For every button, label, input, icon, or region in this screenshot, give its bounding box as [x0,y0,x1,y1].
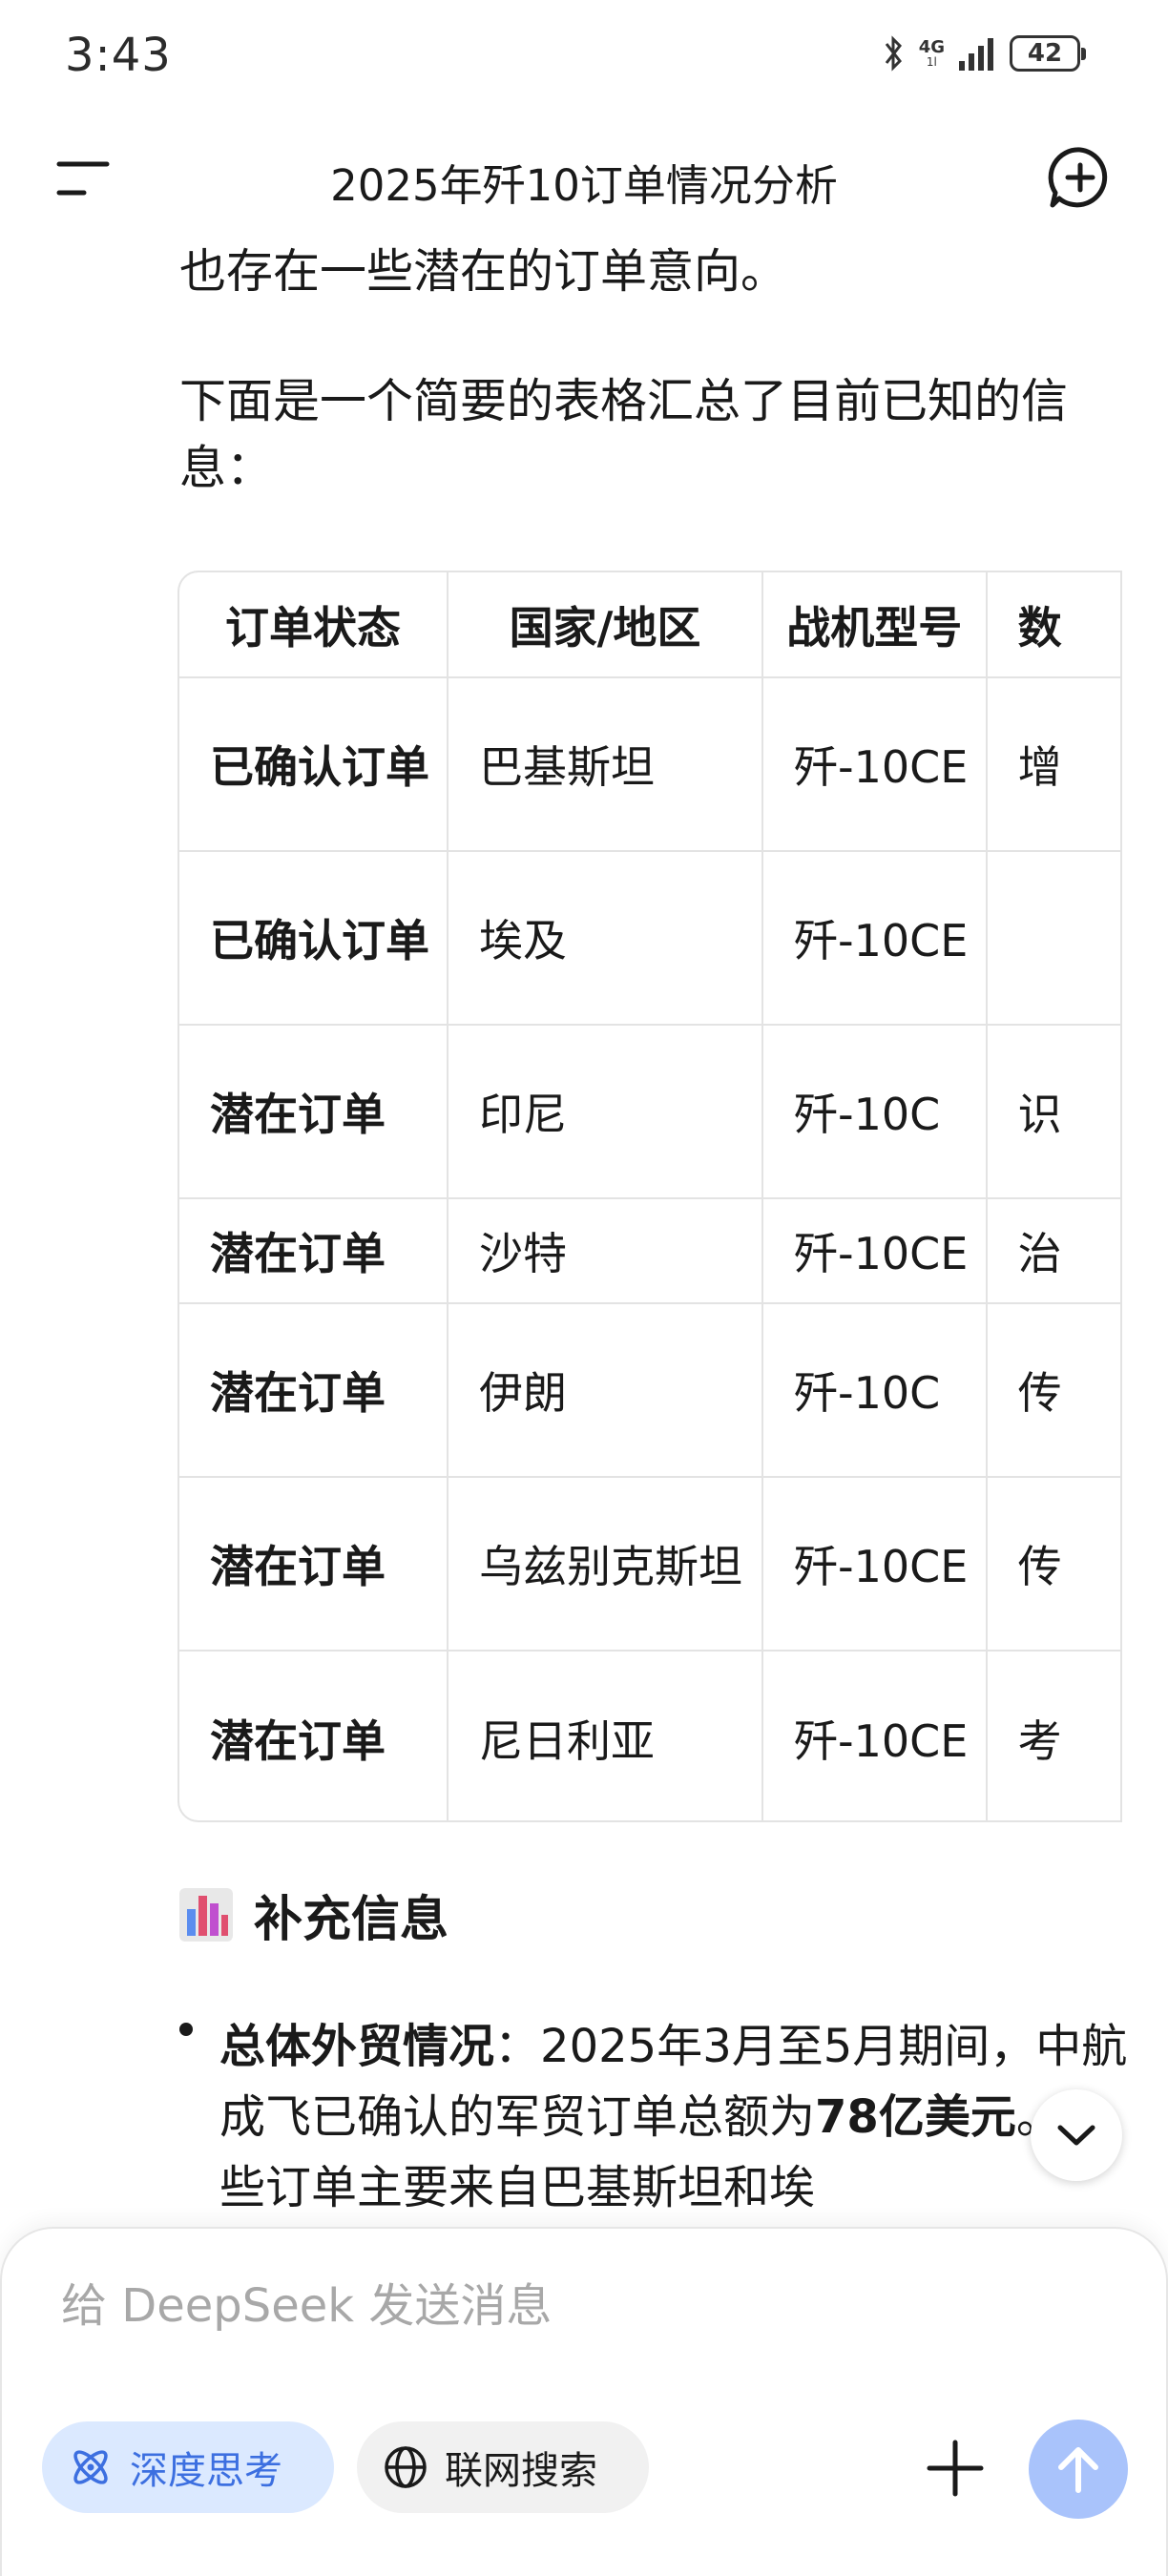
cell-quantity: 传 [985,1302,1122,1478]
section-title: 补充信息 [254,1892,449,1948]
message-input[interactable] [61,2273,1092,2339]
table-row: 已确认订单 巴基斯坦 歼-10CE 增 [179,676,1122,852]
cell-model: 歼-10C [761,1302,988,1478]
globe-icon [385,2446,427,2488]
cell-quantity: 识 [985,1024,1122,1199]
composer-panel: 深度思考 联网搜索 [0,2227,1168,2576]
cell-model: 歼-10CE [761,676,988,852]
network-type: 4G 1l [918,37,945,69]
scroll-to-bottom-button[interactable] [1031,2089,1122,2181]
bullet-item: 总体外贸情况：2025年3月至5月期间，中航成飞已确认的军贸订单总额为78亿美元… [219,2011,1136,2223]
new-chat-icon[interactable] [1048,145,1113,210]
cell-status: 潜在订单 [179,1650,449,1820]
chevron-down-icon [1057,2125,1095,2146]
cell-country: 印尼 [447,1024,763,1199]
bullet-amount: 78亿美元 [815,2090,1016,2144]
attach-plus-icon[interactable] [924,2437,987,2500]
table-row: 潜在订单 尼日利亚 歼-10CE 考 [179,1650,1122,1820]
cell-country: 埃及 [447,850,763,1026]
cell-country: 巴基斯坦 [447,676,763,852]
deep-think-label: 深度思考 [130,2449,282,2493]
paragraph-table-intro: 下面是一个简要的表格汇总了目前已知的信息： [179,374,1069,495]
cell-model: 歼-10C [761,1024,988,1199]
table-header-country: 国家/地区 [447,572,763,678]
cell-country: 乌兹别克斯坦 [447,1476,763,1652]
cell-model: 歼-10CE [761,1650,988,1820]
cell-status: 潜在订单 [179,1476,449,1652]
cell-quantity: 考 [985,1650,1122,1820]
bullet-separator: ： [494,2020,541,2073]
status-time: 3:43 [65,29,172,82]
cell-country: 沙特 [447,1197,763,1304]
bar-chart-icon [179,1888,233,1942]
cell-status: 已确认订单 [179,850,449,1026]
table-header-status: 订单状态 [179,572,449,678]
table-row: 潜在订单 伊朗 歼-10C 传 [179,1302,1122,1478]
atom-icon [73,2450,108,2484]
cell-model: 歼-10CE [761,1197,988,1304]
cell-quantity: 治 [985,1197,1122,1304]
cell-status: 潜在订单 [179,1197,449,1304]
signal-icon [959,38,993,71]
battery-level: 42 [1027,39,1063,68]
section-heading: 补充信息 [179,1880,448,1950]
cell-country: 伊朗 [447,1302,763,1478]
table-row: 潜在订单 乌兹别克斯坦 歼-10CE 传 [179,1476,1122,1652]
bullet-marker [179,2023,193,2036]
cell-status: 已确认订单 [179,676,449,852]
web-search-button[interactable]: 联网搜索 [357,2421,649,2513]
cell-quantity: 传 [985,1476,1122,1652]
table-header-model: 战机型号 [761,572,988,678]
page-title: 2025年歼10订单情况分析 [330,160,838,211]
battery-icon: 42 [1010,35,1086,72]
bluetooth-icon [885,35,902,72]
table-header-quantity: 数 [985,572,1122,678]
cell-quantity: 增 [985,676,1122,852]
table-header-row: 订单状态 国家/地区 战机型号 数 [179,572,1122,678]
status-icons: 4G 1l 42 [883,34,1086,73]
cell-quantity [985,850,1122,1026]
send-button[interactable] [1029,2420,1128,2519]
deep-think-button[interactable]: 深度思考 [42,2421,334,2513]
arrow-up-icon [1058,2447,1098,2493]
table-row: 潜在订单 印尼 歼-10C 识 [179,1024,1122,1199]
cell-model: 歼-10CE [761,850,988,1026]
bullet-label: 总体外贸情况 [219,2020,495,2073]
cell-status: 潜在订单 [179,1024,449,1199]
cell-model: 歼-10CE [761,1476,988,1652]
app-header: 2025年歼10订单情况分析 [0,124,1168,229]
cell-country: 尼日利亚 [447,1650,763,1820]
table-row: 已确认订单 埃及 歼-10CE [179,850,1122,1026]
cell-status: 潜在订单 [179,1302,449,1478]
paragraph-intro: 也存在一些潜在的订单意向。 [179,244,788,299]
table-row: 潜在订单 沙特 歼-10CE 治 [179,1197,1122,1304]
orders-table[interactable]: 订单状态 国家/地区 战机型号 数 已确认订单 巴基斯坦 歼-10CE 增 已确… [177,571,1122,1822]
status-bar: 3:43 4G 1l 42 [0,0,1168,114]
web-search-label: 联网搜索 [445,2449,597,2493]
